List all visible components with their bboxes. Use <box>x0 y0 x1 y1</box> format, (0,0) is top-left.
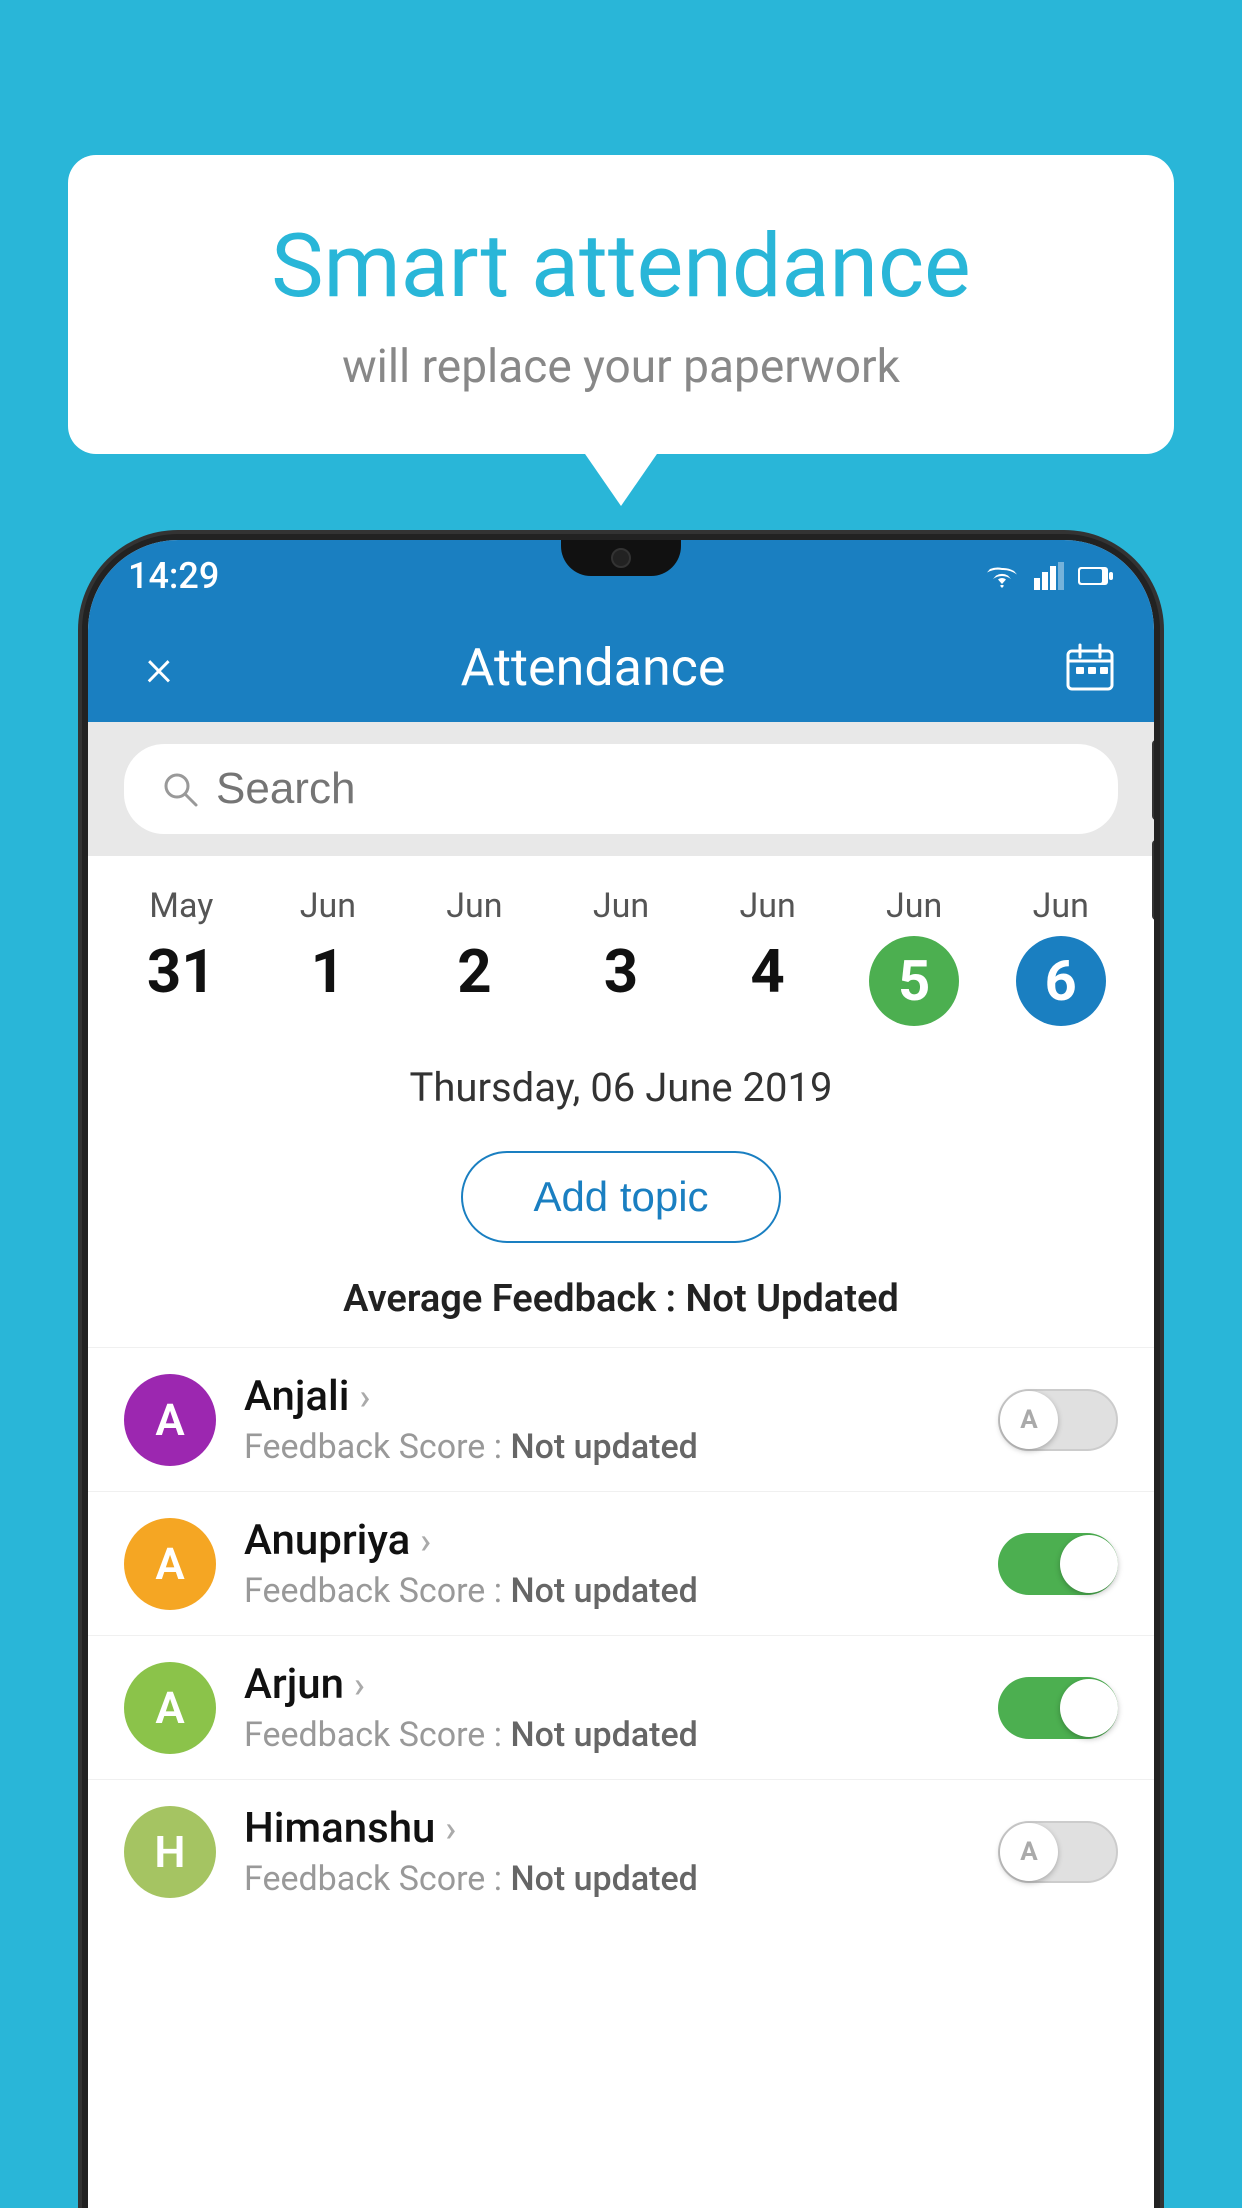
search-bar[interactable] <box>124 744 1118 834</box>
status-icons <box>984 562 1114 590</box>
date-picker: May 31 Jun 1 Jun 2 Jun 3 Jun 4 Jun 5 Jun 6 <box>88 856 1154 1046</box>
student-item: A Anupriya › Feedback Score : Not updated P <box>88 1491 1154 1635</box>
date-day: 4 <box>750 936 784 1007</box>
date-day: 1 <box>311 936 345 1007</box>
chevron-right-icon: › <box>354 1664 365 1706</box>
chevron-right-icon: › <box>420 1520 431 1562</box>
phone-screen: 14:29 <box>88 540 1154 2208</box>
attendance-toggle[interactable]: A <box>998 1821 1118 1883</box>
app-bar: × Attendance <box>88 612 1154 722</box>
date-day: 31 <box>147 936 216 1007</box>
date-item-3[interactable]: Jun 3 <box>548 886 695 1007</box>
student-info: Himanshu › Feedback Score : Not updated <box>244 1804 970 1899</box>
attendance-toggle[interactable]: A <box>998 1389 1118 1451</box>
notch-camera <box>611 548 631 568</box>
volume-up-button[interactable] <box>1152 740 1154 820</box>
search-input[interactable] <box>216 764 1082 814</box>
app-title: Attendance <box>124 637 1062 698</box>
date-month: Jun <box>593 886 649 926</box>
chevron-right-icon: › <box>445 1808 456 1850</box>
date-circle: 6 <box>1016 936 1106 1026</box>
date-item-4[interactable]: Jun 4 <box>694 886 841 1007</box>
signal-icon <box>1034 562 1064 590</box>
date-month: Jun <box>886 886 942 926</box>
toggle-knob: A <box>1000 1391 1058 1449</box>
toggle-knob: P <box>1060 1535 1118 1593</box>
student-item: A Anjali › Feedback Score : Not updated A <box>88 1347 1154 1491</box>
speech-bubble-container: Smart attendance will replace your paper… <box>68 155 1174 454</box>
status-time: 14:29 <box>128 555 219 597</box>
avatar: A <box>124 1518 216 1610</box>
chevron-right-icon: › <box>359 1376 370 1418</box>
student-info: Anjali › Feedback Score : Not updated <box>244 1372 970 1467</box>
notch <box>561 540 681 576</box>
date-item-5[interactable]: Jun 5 <box>841 886 988 1026</box>
selected-date-label: Thursday, 06 June 2019 <box>88 1046 1154 1123</box>
status-bar: 14:29 <box>88 540 1154 612</box>
toggle-knob: A <box>1000 1823 1058 1881</box>
headline: Smart attendance <box>148 215 1094 318</box>
date-month: Jun <box>446 886 502 926</box>
date-day: 3 <box>604 936 638 1007</box>
student-item: A Arjun › Feedback Score : Not updated P <box>88 1635 1154 1779</box>
date-item-6[interactable]: Jun 6 <box>987 886 1134 1026</box>
avg-feedback-label: Average Feedback : <box>343 1277 685 1321</box>
date-month: May <box>149 886 213 926</box>
avg-feedback: Average Feedback : Not Updated <box>88 1267 1154 1347</box>
search-icon <box>160 769 200 809</box>
student-info: Anupriya › Feedback Score : Not updated <box>244 1516 970 1611</box>
student-name[interactable]: Arjun › <box>244 1660 970 1709</box>
calendar-icon[interactable] <box>1062 639 1118 695</box>
date-month: Jun <box>739 886 795 926</box>
search-container <box>88 722 1154 856</box>
student-list: AAnjali ›Feedback Score : Not updatedAAA… <box>88 1347 1154 1923</box>
date-day: 6 <box>1045 948 1077 1014</box>
avatar: A <box>124 1662 216 1754</box>
wifi-icon <box>984 562 1020 590</box>
date-item-1[interactable]: Jun 1 <box>255 886 402 1007</box>
toggle-knob: P <box>1060 1679 1118 1737</box>
date-item-2[interactable]: Jun 2 <box>401 886 548 1007</box>
feedback-score: Feedback Score : Not updated <box>244 1715 970 1755</box>
date-month: Jun <box>1033 886 1089 926</box>
add-topic-button[interactable]: Add topic <box>461 1151 780 1243</box>
feedback-score: Feedback Score : Not updated <box>244 1427 970 1467</box>
battery-icon <box>1078 565 1114 587</box>
student-name[interactable]: Anjali › <box>244 1372 970 1421</box>
student-name[interactable]: Himanshu › <box>244 1804 970 1853</box>
subtext: will replace your paperwork <box>148 340 1094 394</box>
feedback-score: Feedback Score : Not updated <box>244 1859 970 1899</box>
student-item: H Himanshu › Feedback Score : Not updated A <box>88 1779 1154 1923</box>
date-day: 5 <box>898 948 930 1014</box>
date-item-31[interactable]: May 31 <box>108 886 255 1007</box>
student-name[interactable]: Anupriya › <box>244 1516 970 1565</box>
student-info: Arjun › Feedback Score : Not updated <box>244 1660 970 1755</box>
attendance-toggle[interactable]: P <box>998 1533 1118 1595</box>
avatar: H <box>124 1806 216 1898</box>
phone-frame: 14:29 <box>88 540 1154 2208</box>
speech-bubble: Smart attendance will replace your paper… <box>68 155 1174 454</box>
date-month: Jun <box>300 886 356 926</box>
attendance-toggle[interactable]: P <box>998 1677 1118 1739</box>
feedback-score: Feedback Score : Not updated <box>244 1571 970 1611</box>
date-circle: 5 <box>869 936 959 1026</box>
volume-down-button[interactable] <box>1152 840 1154 920</box>
avg-feedback-value: Not Updated <box>685 1277 898 1321</box>
date-day: 2 <box>457 936 491 1007</box>
avatar: A <box>124 1374 216 1466</box>
